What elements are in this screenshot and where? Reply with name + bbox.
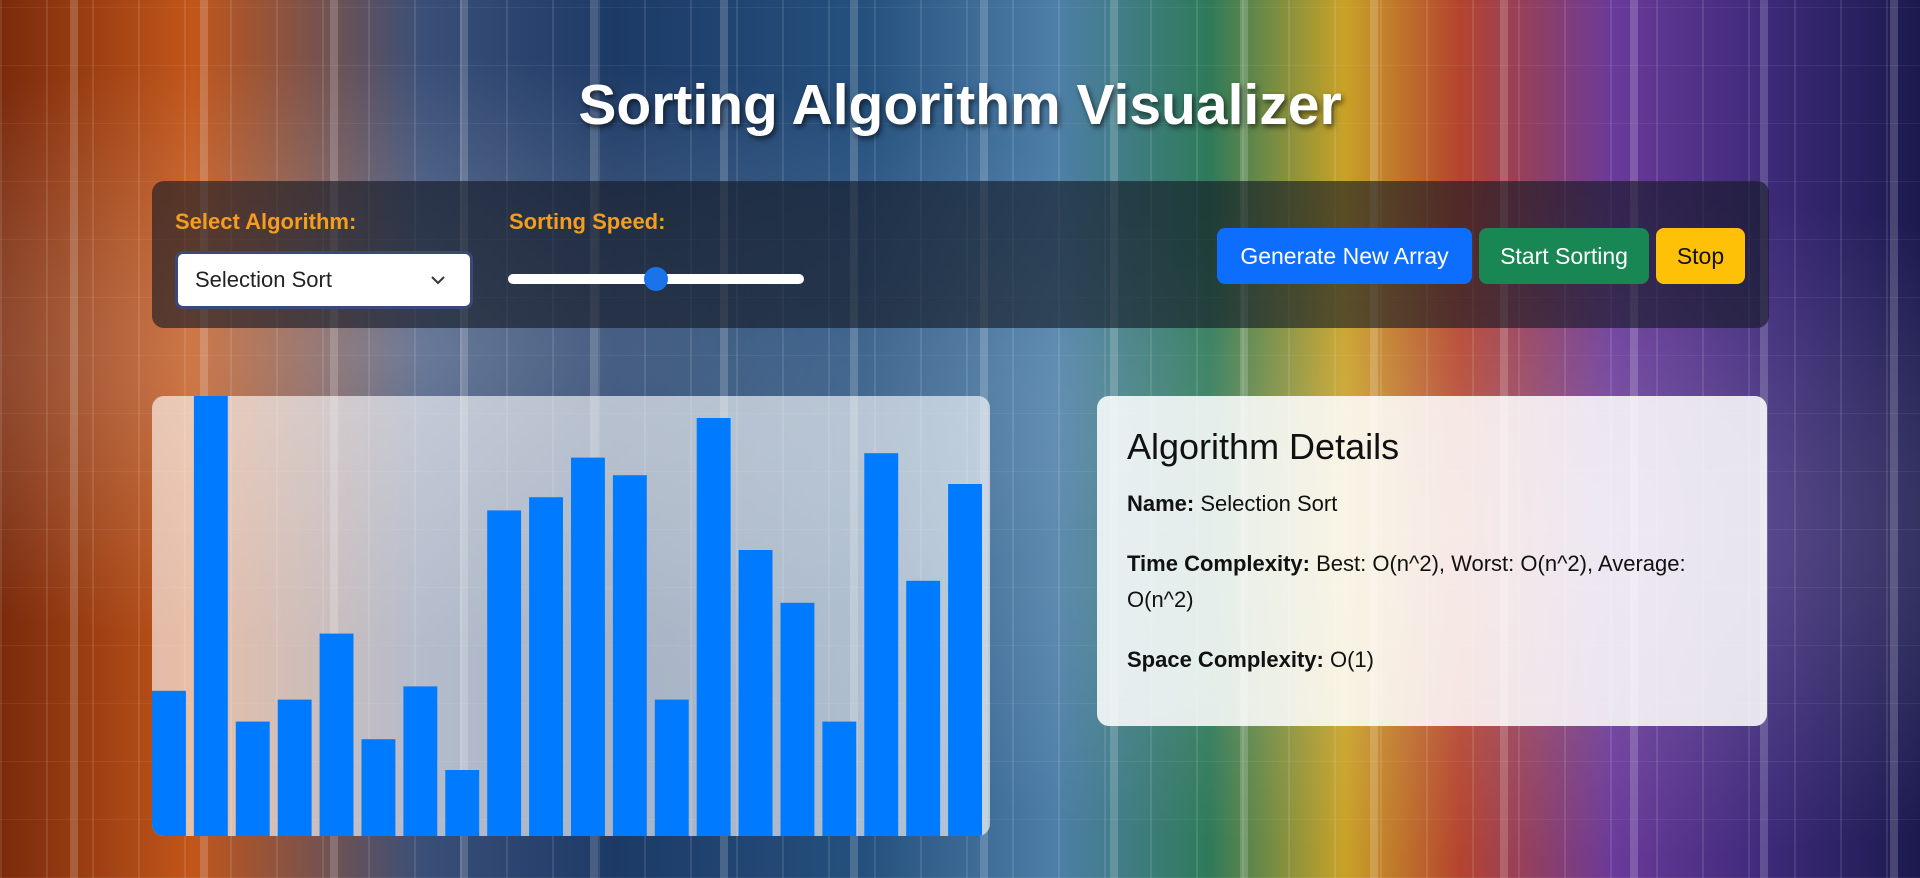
array-bar <box>696 418 731 836</box>
chevron-down-icon <box>431 276 445 285</box>
details-heading: Algorithm Details <box>1127 426 1400 467</box>
details-name-row: Name: Selection Sort <box>1127 486 1737 522</box>
array-bar <box>654 699 689 836</box>
array-bar <box>529 497 563 836</box>
speed-label: Sorting Speed: <box>509 209 666 234</box>
details-space-row: Space Complexity: O(1) <box>1127 642 1737 678</box>
array-bar <box>780 602 815 836</box>
array-bar <box>403 686 438 836</box>
array-bar <box>612 475 647 836</box>
array-bar <box>445 770 480 836</box>
page-title: Sorting Algorithm Visualizer <box>578 73 1342 137</box>
algorithm-select-value: Selection Sort <box>195 267 332 292</box>
array-bar <box>235 721 270 836</box>
details-name-value: Selection Sort <box>1200 491 1338 516</box>
details-space-value: O(1) <box>1329 647 1374 672</box>
start-sorting-button[interactable]: Start Sorting <box>1479 228 1649 284</box>
array-bar <box>361 739 396 836</box>
algorithm-details-panel: Algorithm Details Name: Selection Sort T… <box>1097 396 1767 726</box>
bar-chart <box>152 396 990 836</box>
details-name-label: Name: <box>1127 491 1201 516</box>
algorithm-label: Select Algorithm: <box>175 209 357 234</box>
array-bar <box>948 484 982 836</box>
bar-chart-svg <box>152 396 982 836</box>
algorithm-select[interactable]: Selection Sort <box>175 251 473 309</box>
array-bar <box>277 699 312 836</box>
stop-button[interactable]: Stop <box>1656 228 1745 284</box>
details-space-label: Space Complexity: <box>1127 647 1330 672</box>
array-bar <box>738 550 773 836</box>
speed-slider[interactable] <box>508 265 804 293</box>
array-bar <box>571 457 605 836</box>
controls-panel: Select Algorithm: Selection Sort Sorting… <box>152 181 1769 328</box>
array-bar <box>193 396 228 836</box>
array-bar <box>487 510 522 836</box>
array-bar <box>152 690 186 836</box>
array-bar <box>319 633 354 836</box>
generate-array-button[interactable]: Generate New Array <box>1217 228 1472 284</box>
array-bar <box>822 721 857 836</box>
speed-slider-thumb[interactable] <box>644 267 668 291</box>
array-bar <box>864 453 899 836</box>
array-bar <box>906 580 941 836</box>
details-time-label: Time Complexity: <box>1127 551 1317 576</box>
details-time-row: Time Complexity: Best: O(n^2), Worst: O(… <box>1127 546 1737 618</box>
